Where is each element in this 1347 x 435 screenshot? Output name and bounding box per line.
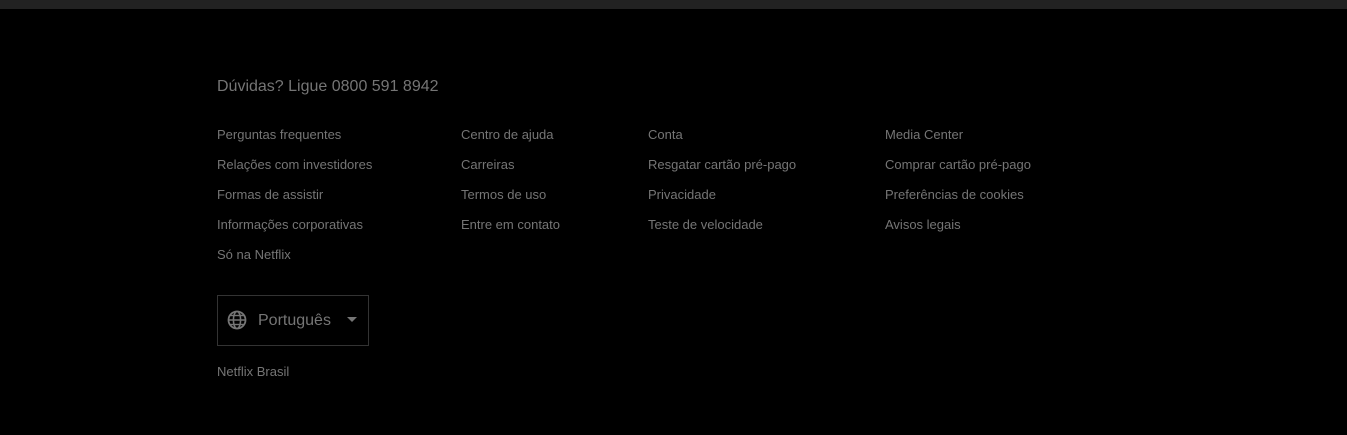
footer-link-account[interactable]: Conta (648, 126, 796, 156)
footer-link-corporate-info[interactable]: Informações corporativas (217, 216, 372, 246)
footer-link-contact-us[interactable]: Entre em contato (461, 216, 560, 246)
globe-icon (227, 310, 247, 330)
footer-link-investor-relations[interactable]: Relações com investidores (217, 156, 372, 186)
footer-link-ways-to-watch[interactable]: Formas de assistir (217, 186, 372, 216)
footer-link-cookie-preferences[interactable]: Preferências de cookies (885, 186, 1031, 216)
chevron-down-icon (347, 317, 357, 322)
footer-link-legal-notices[interactable]: Avisos legais (885, 216, 1031, 246)
footer-links-column-3: Conta Resgatar cartão pré-pago Privacida… (648, 126, 796, 246)
footer-links-column-4: Media Center Comprar cartão pré-pago Pre… (885, 126, 1031, 246)
footer-link-buy-gift-card[interactable]: Comprar cartão pré-pago (885, 156, 1031, 186)
site-footer: Dúvidas? Ligue 0800 591 8942 Perguntas f… (0, 9, 1347, 435)
footer-links-column-2: Centro de ajuda Carreiras Termos de uso … (461, 126, 560, 246)
footer-link-redeem-gift-card[interactable]: Resgatar cartão pré-pago (648, 156, 796, 186)
footer-link-media-center[interactable]: Media Center (885, 126, 1031, 156)
footer-link-speed-test[interactable]: Teste de velocidade (648, 216, 796, 246)
contact-phone-text: Dúvidas? Ligue 0800 591 8942 (217, 78, 439, 95)
footer-link-help-center[interactable]: Centro de ajuda (461, 126, 560, 156)
language-select[interactable]: Português (217, 295, 369, 346)
footer-link-privacy[interactable]: Privacidade (648, 186, 796, 216)
footer-link-terms-of-use[interactable]: Termos de uso (461, 186, 560, 216)
footer-link-jobs[interactable]: Carreiras (461, 156, 560, 186)
footer-links-column-1: Perguntas frequentes Relações com invest… (217, 126, 372, 276)
footer-link-faq[interactable]: Perguntas frequentes (217, 126, 372, 156)
top-divider (0, 0, 1347, 9)
country-label: Netflix Brasil (217, 364, 290, 379)
language-select-value: Português (258, 312, 331, 329)
footer-link-only-on-netflix[interactable]: Só na Netflix (217, 246, 372, 276)
